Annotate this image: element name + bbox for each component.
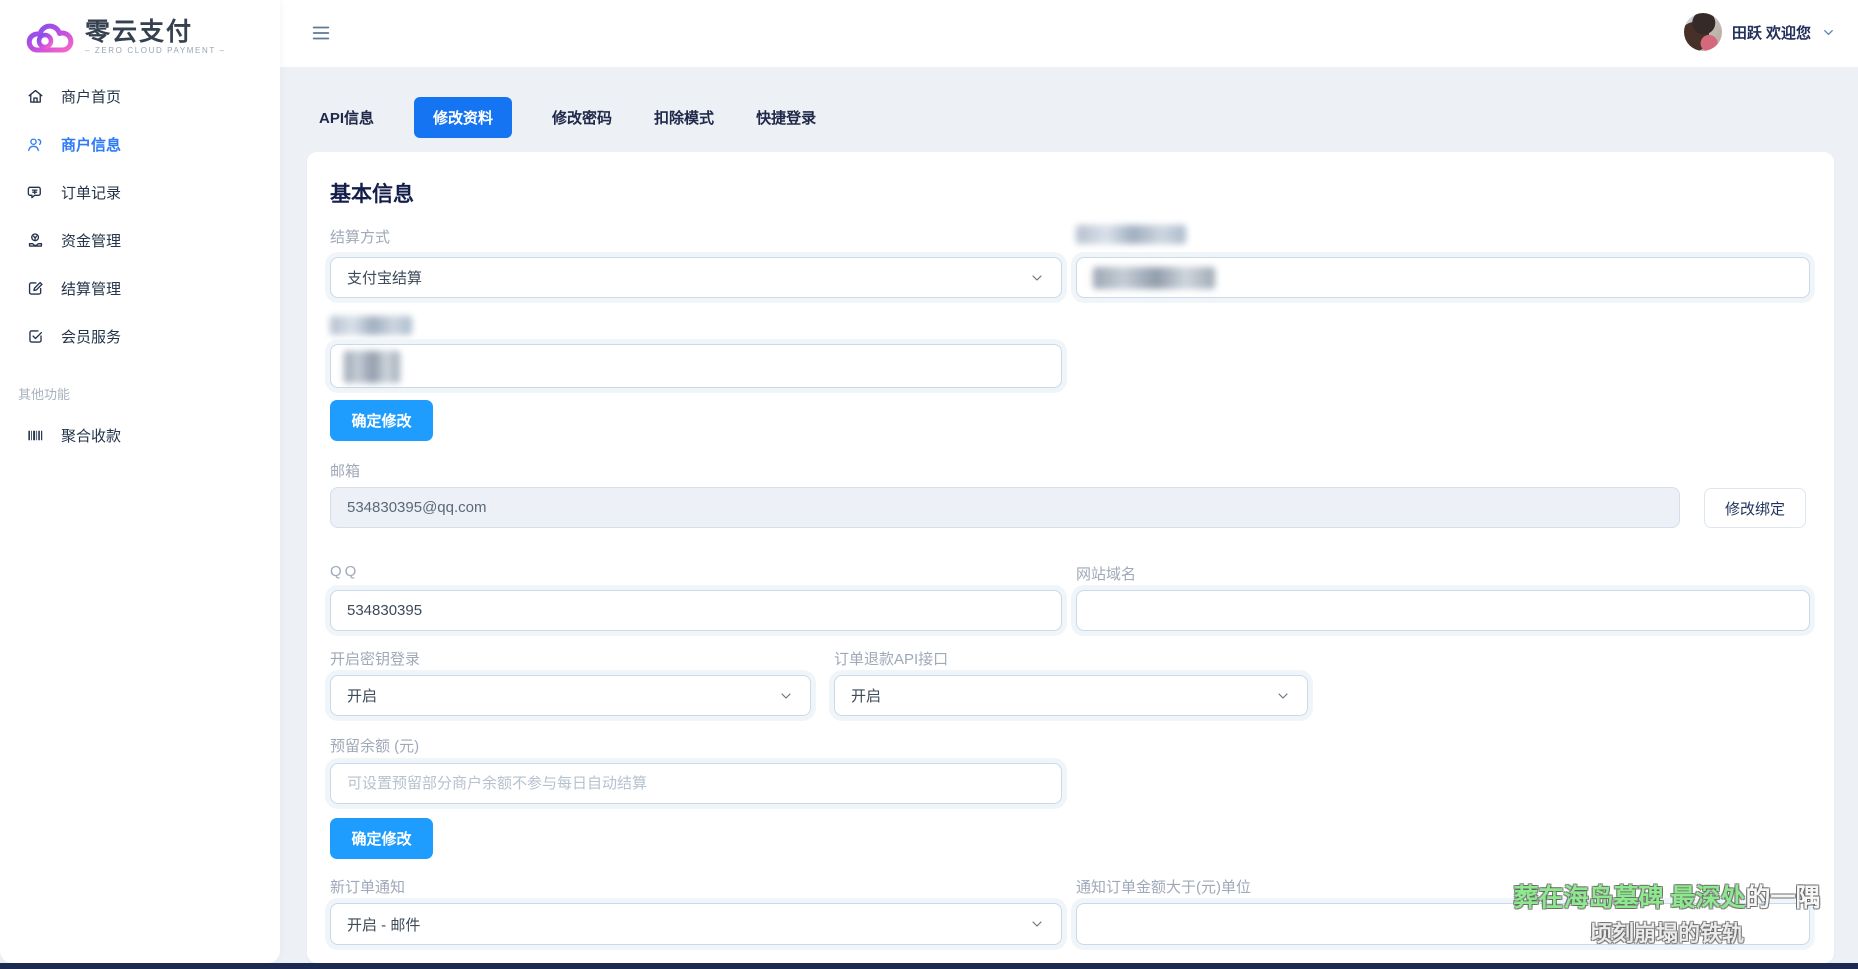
brand-logo[interactable]: 零云支付 – ZERO CLOUD PAYMENT – [0,0,280,64]
settlement-icon [26,279,45,298]
chevron-down-icon [1029,916,1045,932]
tab-edit-profile[interactable]: 修改资料 [414,97,512,138]
new-order-notify-select[interactable]: 开启 - 邮件 [330,903,1062,945]
redacted-label [330,316,412,335]
settlement-method-select[interactable]: 支付宝结算 [330,257,1062,298]
reserved-balance-field[interactable] [330,763,1062,804]
settlement-method-label: 结算方式 [330,226,390,247]
new-order-notify-value: 开启 - 邮件 [347,914,420,935]
order-records-icon [26,183,45,202]
sidebar-item-merchant-home[interactable]: 商户首页 [0,72,280,120]
settlement-method-value: 支付宝结算 [347,267,422,288]
topbar: 田跃 欢迎您 [280,0,1858,67]
tab-bar: API信息 修改资料 修改密码 扣除模式 快捷登录 [317,96,818,138]
sidebar-item-member-service[interactable]: 会员服务 [0,312,280,360]
sidebar-item-label: 聚合收款 [61,425,121,446]
avatar [1684,13,1722,51]
chevron-down-icon [1275,688,1291,704]
hamburger-icon [310,22,332,44]
confirm-edit-button[interactable]: 确定修改 [330,400,433,441]
reserved-balance-label: 预留余额 (元) [330,735,419,756]
refund-api-select[interactable]: 开启 [834,675,1308,716]
chevron-down-icon [1821,25,1836,40]
tab-change-password[interactable]: 修改密码 [550,97,614,138]
bottom-edge-bar [0,963,1858,969]
brand-name: 零云支付 [85,19,226,45]
redacted-input[interactable] [330,344,1062,388]
merchant-info-icon [26,135,45,154]
user-menu[interactable]: 田跃 欢迎您 [1684,13,1836,51]
brand-subtitle: – ZERO CLOUD PAYMENT – [85,46,226,55]
qq-label: QQ [330,563,359,580]
confirm-edit-button[interactable]: 确定修改 [330,818,433,859]
notify-amount-label: 通知订单金额大于(元)单位 [1076,876,1251,897]
redacted-value [1093,267,1215,289]
website-domain-label: 网站域名 [1076,563,1136,584]
home-icon [26,87,45,106]
notify-amount-field[interactable] [1076,903,1810,945]
email-label: 邮箱 [330,460,360,481]
sidebar-item-settlement[interactable]: 结算管理 [0,264,280,312]
sidebar-item-label: 会员服务 [61,326,121,347]
new-order-notify-label: 新订单通知 [330,876,405,897]
key-login-value: 开启 [347,685,377,706]
website-domain-field[interactable] [1076,590,1810,631]
sidebar-item-order-records[interactable]: 订单记录 [0,168,280,216]
sidebar-item-label: 商户首页 [61,86,121,107]
sidebar-item-label: 资金管理 [61,230,121,251]
key-login-label: 开启密钥登录 [330,648,420,669]
funds-icon [26,231,45,250]
section-title: 基本信息 [330,178,414,208]
redacted-value [344,351,400,383]
sidebar-item-label: 订单记录 [61,182,121,203]
hamburger-menu-button[interactable] [310,22,332,44]
profile-form-card: 基本信息 结算方式 支付宝结算 确定修改 邮箱 修改绑定 QQ 网站域名 开启密… [307,152,1834,963]
key-login-select[interactable]: 开启 [330,675,811,716]
qq-field[interactable] [330,590,1062,631]
tab-api-info[interactable]: API信息 [317,97,376,138]
tab-deduction-mode[interactable]: 扣除模式 [652,97,716,138]
refund-api-label: 订单退款API接口 [834,648,948,669]
chevron-down-icon [1029,270,1045,286]
sidebar-nav: 商户首页 商户信息 订单记录 资金管理 结算管理 会员服务 其他功能 聚合收款 [0,72,280,459]
redacted-label [1076,225,1186,244]
sidebar-item-merchant-info[interactable]: 商户信息 [0,120,280,168]
barcode-icon [26,426,45,445]
sidebar-item-funds[interactable]: 资金管理 [0,216,280,264]
member-service-icon [26,327,45,346]
rebind-email-button[interactable]: 修改绑定 [1704,488,1806,528]
redacted-input[interactable] [1076,257,1810,298]
chevron-down-icon [778,688,794,704]
brand-text: 零云支付 – ZERO CLOUD PAYMENT – [85,19,226,55]
refund-api-value: 开启 [851,685,881,706]
sidebar: 零云支付 – ZERO CLOUD PAYMENT – 商户首页 商户信息 订单… [0,0,280,963]
cloud-logo-icon [24,16,76,58]
tab-quick-login[interactable]: 快捷登录 [754,97,818,138]
email-field [330,487,1680,528]
user-greeting: 田跃 欢迎您 [1732,22,1811,43]
sidebar-item-label: 结算管理 [61,278,121,299]
sidebar-item-label: 商户信息 [61,134,121,155]
sidebar-section-label: 其他功能 [0,360,280,411]
sidebar-item-aggregate-collection[interactable]: 聚合收款 [0,411,280,459]
